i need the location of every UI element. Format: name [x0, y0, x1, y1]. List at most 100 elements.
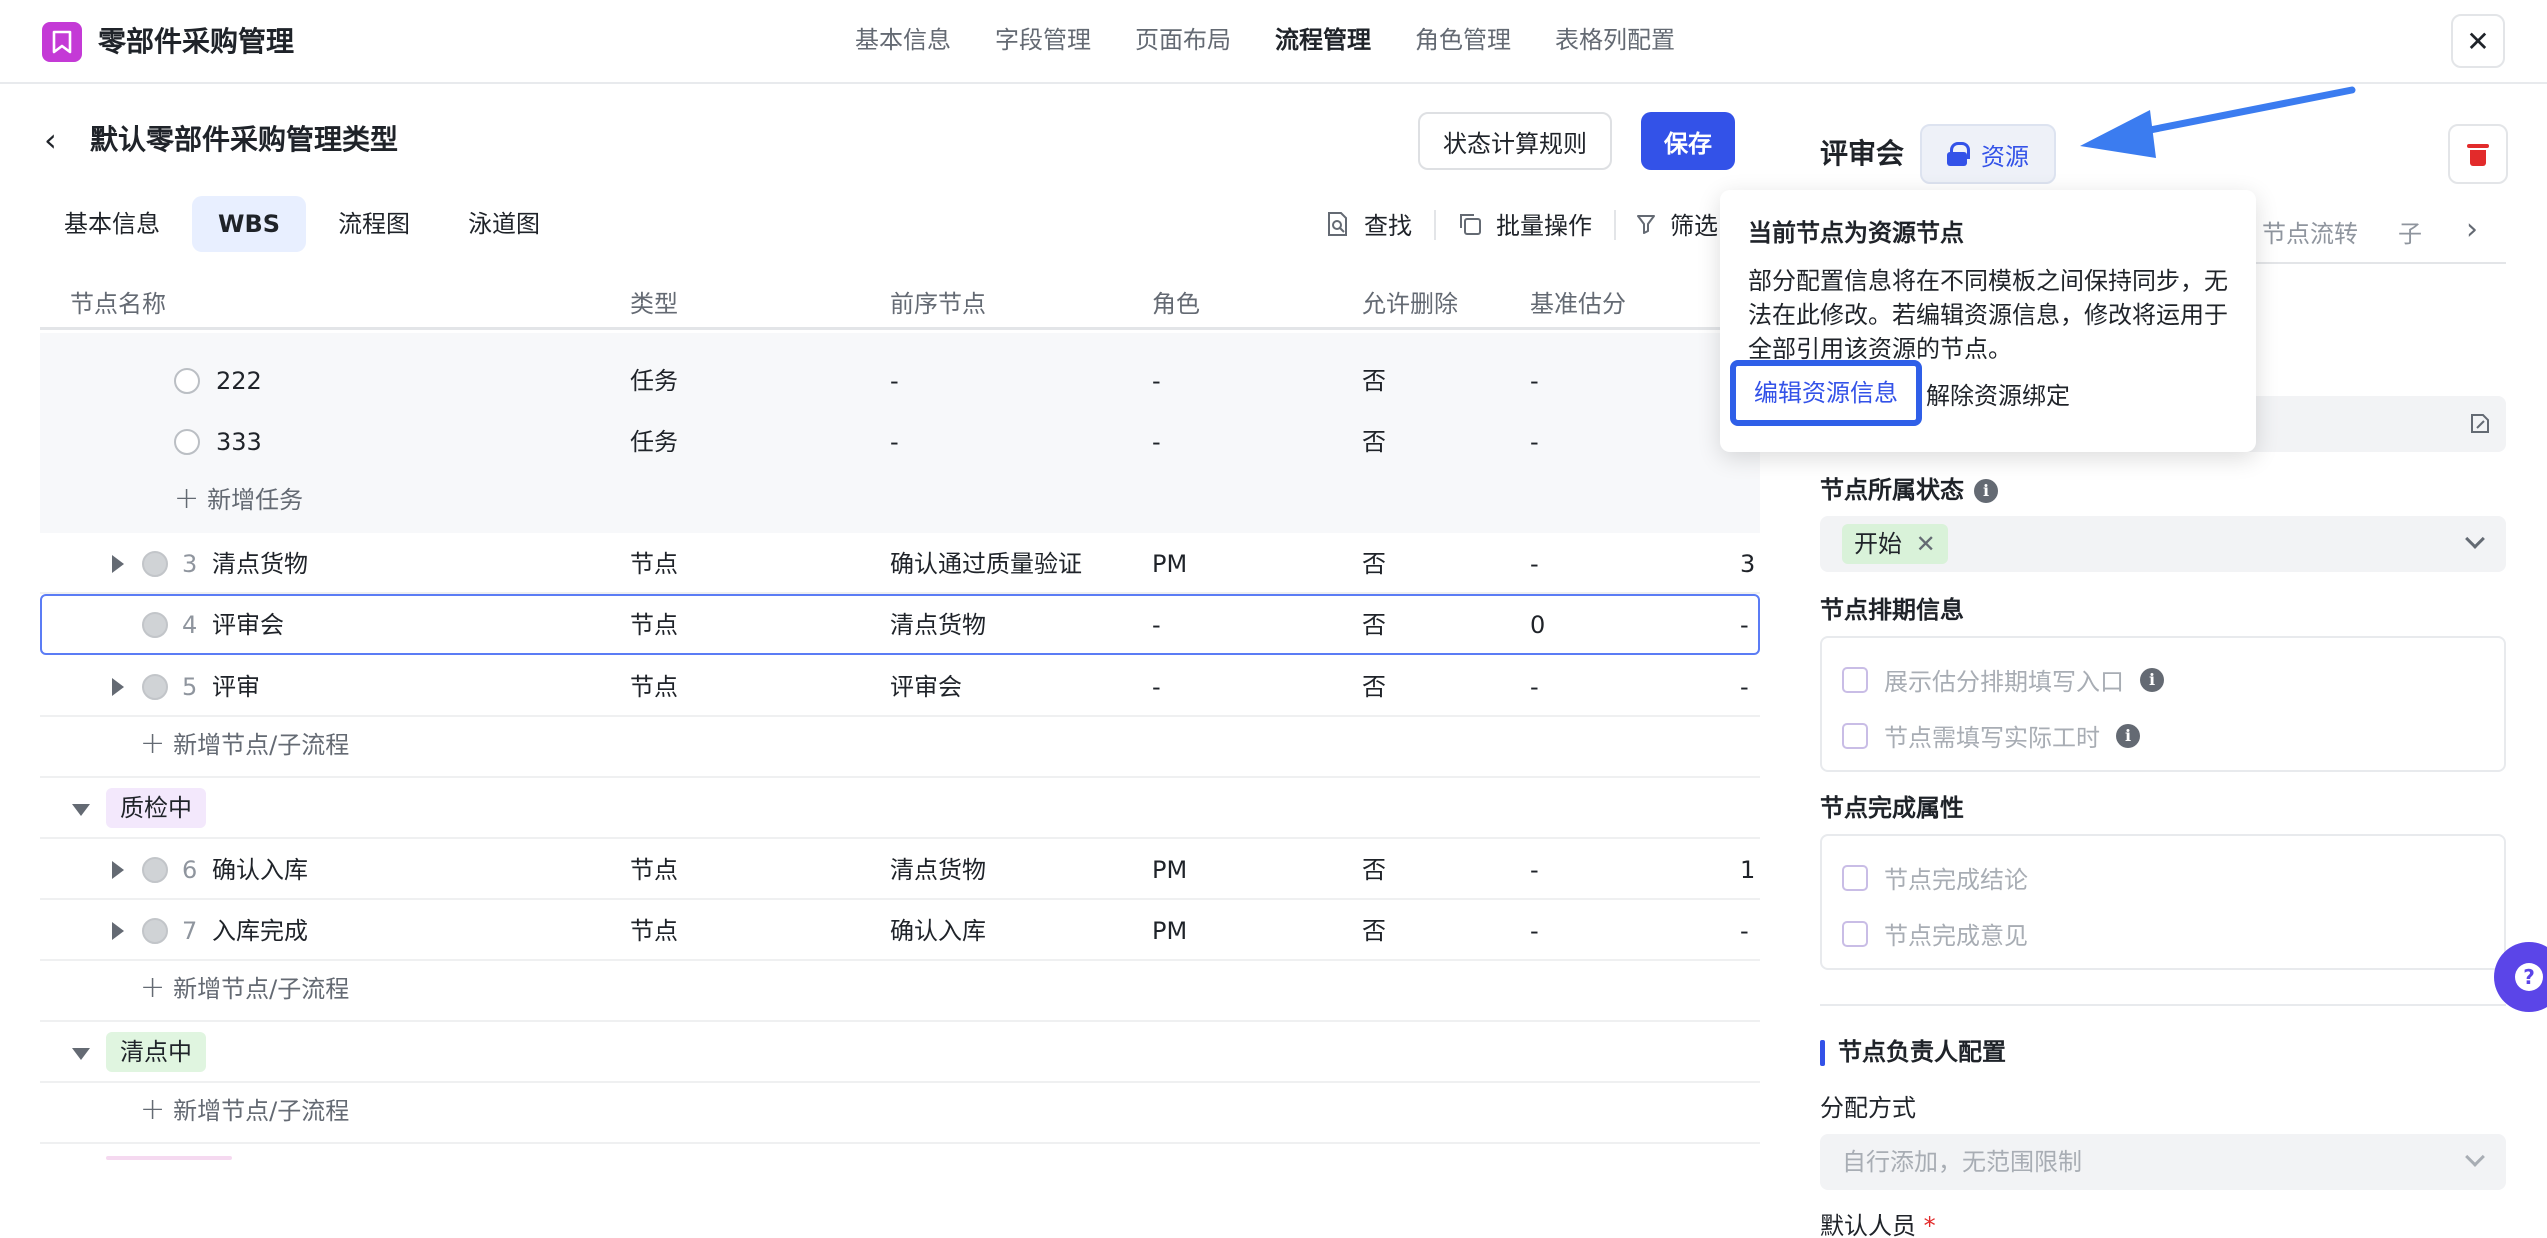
group-tag: 质检中 — [106, 788, 206, 828]
row-role: - — [1152, 367, 1161, 395]
resource-badge[interactable]: 资源 — [1920, 124, 2056, 184]
add-node-row[interactable]: + 新增节点/子流程 — [40, 961, 1760, 1022]
expand-caret-icon[interactable] — [112, 922, 124, 940]
save-button[interactable]: 保存 — [1641, 112, 1735, 170]
plus-icon: + — [140, 726, 166, 761]
close-button[interactable]: ✕ — [2451, 14, 2505, 68]
row-estimate: - — [1530, 673, 1539, 701]
tab-wbs[interactable]: WBS — [192, 196, 307, 252]
table-row[interactable]: 6 确认入库 节点 清点货物 PM 否 - 1 — [40, 839, 1760, 900]
nav-page-layout[interactable]: 页面布局 — [1135, 20, 1231, 60]
expand-caret-icon[interactable] — [112, 555, 124, 573]
collapse-caret-icon[interactable] — [72, 1048, 90, 1060]
info-icon[interactable]: i — [1974, 479, 1998, 503]
resource-label: 资源 — [1981, 142, 2029, 171]
tab-node-flow[interactable]: 节点流转 — [2262, 214, 2358, 249]
filter-button[interactable]: 筛选 — [1636, 206, 1718, 241]
add-task-row[interactable]: + 新增任务 — [40, 472, 1760, 533]
nav-basic-info[interactable]: 基本信息 — [855, 20, 951, 60]
tab-sub[interactable]: 子 — [2398, 214, 2422, 249]
complete-option[interactable]: 节点完成意见 — [1842, 916, 2028, 951]
row-type: 节点 — [630, 673, 678, 701]
lock-icon — [1947, 142, 1970, 166]
trash-icon — [2467, 142, 2489, 166]
status-rule-button[interactable]: 状态计算规则 — [1418, 112, 1612, 170]
info-icon[interactable]: i — [2116, 723, 2140, 748]
collapse-caret-icon[interactable] — [72, 804, 90, 816]
close-icon: ✕ — [2466, 24, 2490, 58]
row-number: 5 — [182, 673, 198, 701]
row-extra: 3 — [1740, 550, 1756, 578]
help-icon: ? — [2515, 963, 2543, 991]
expand-caret-icon[interactable] — [112, 861, 124, 879]
toolbar-divider — [1614, 210, 1616, 240]
task-status-radio[interactable] — [174, 368, 200, 394]
plus-icon: + — [140, 1092, 166, 1127]
plus-icon: + — [174, 481, 200, 516]
nav-role-management[interactable]: 角色管理 — [1415, 20, 1511, 60]
row-prev: 确认入库 — [890, 917, 986, 945]
assign-select[interactable]: 自行添加，无范围限制 — [1820, 1134, 2506, 1190]
chevron-right-icon[interactable]: › — [2466, 212, 2478, 247]
node-state-select[interactable]: 开始 ✕ — [1820, 516, 2506, 572]
table-row[interactable]: 333 任务 - - 否 - — [40, 411, 1760, 472]
table-row[interactable]: 7 入库完成 节点 确认入库 PM 否 - - — [40, 900, 1760, 961]
complete-label: 节点完成属性 — [1820, 794, 1964, 822]
expand-caret-icon[interactable] — [112, 678, 124, 696]
header-deletable: 允许删除 — [1362, 290, 1458, 318]
panel-tabs: 节点流转 子 — [2262, 214, 2422, 249]
table-row[interactable]: 222 任务 - - 否 - — [40, 350, 1760, 411]
state-tag-label: 开始 — [1854, 530, 1902, 558]
row-deletable: 否 — [1362, 428, 1386, 456]
info-icon[interactable]: i — [2140, 667, 2164, 692]
node-status-radio — [142, 551, 168, 577]
checkbox[interactable] — [1842, 666, 1868, 693]
tab-swimlane[interactable]: 泳道图 — [442, 196, 566, 252]
group-row[interactable]: 清点中 — [40, 1022, 1760, 1083]
add-node-row[interactable]: + 新增节点/子流程 — [40, 1083, 1760, 1144]
bookmark-icon — [42, 22, 82, 62]
checkbox[interactable] — [1842, 722, 1868, 749]
add-node-row[interactable]: + 新增节点/子流程 — [40, 717, 1760, 778]
group-row[interactable]: 质检中 — [40, 778, 1760, 839]
nav-table-columns[interactable]: 表格列配置 — [1555, 20, 1675, 60]
filter-label: 筛选 — [1670, 212, 1718, 240]
add-node-label: 新增节点/子流程 — [173, 731, 350, 759]
tab-flowchart[interactable]: 流程图 — [312, 196, 436, 252]
row-extra: - — [1740, 917, 1749, 945]
find-button[interactable]: 查找 — [1326, 206, 1412, 241]
back-arrow-icon[interactable]: ‹ — [44, 120, 57, 160]
delete-button[interactable] — [2448, 124, 2508, 184]
table-row[interactable]: 3 清点货物 节点 确认通过质量验证 PM 否 - 3 — [40, 533, 1760, 594]
unbind-resource-button[interactable]: 解除资源绑定 — [1926, 376, 2070, 411]
nav-process-management[interactable]: 流程管理 — [1275, 20, 1371, 60]
nav-field-management[interactable]: 字段管理 — [995, 20, 1091, 60]
edit-resource-button[interactable]: 编辑资源信息 — [1730, 360, 1922, 426]
complete-option[interactable]: 节点完成结论 — [1842, 860, 2028, 895]
row-extra: 1 — [1740, 856, 1756, 884]
row-number: 4 — [182, 611, 198, 639]
tab-basic-info[interactable]: 基本信息 — [38, 196, 186, 252]
checkbox[interactable] — [1842, 864, 1868, 891]
row-number: 6 — [182, 856, 198, 884]
row-estimate: - — [1530, 550, 1539, 578]
row-role: - — [1152, 673, 1161, 701]
checkbox[interactable] — [1842, 920, 1868, 947]
row-estimate: - — [1530, 367, 1539, 395]
table-row[interactable]: 5 评审 节点 评审会 - 否 - - — [40, 656, 1760, 717]
schedule-option[interactable]: 展示估分排期填写入口 i — [1842, 662, 2164, 697]
batch-operation-button[interactable]: 批量操作 — [1458, 206, 1592, 241]
schedule-option[interactable]: 节点需填写实际工时 i — [1842, 718, 2140, 753]
row-role: - — [1152, 611, 1161, 639]
header-role: 角色 — [1152, 290, 1200, 318]
task-status-radio[interactable] — [174, 429, 200, 455]
row-name: 333 — [216, 428, 262, 456]
row-prev: - — [890, 367, 899, 395]
row-deletable: 否 — [1362, 856, 1386, 884]
row-name: 入库完成 — [212, 917, 308, 945]
remove-tag-icon[interactable]: ✕ — [1916, 530, 1936, 558]
batch-label: 批量操作 — [1496, 212, 1592, 240]
table-header: 节点名称 类型 前序节点 角色 允许删除 基准估分 — [40, 270, 1760, 330]
table-row-selected[interactable]: 4 评审会 节点 清点货物 - 否 0 - — [40, 594, 1760, 655]
row-type: 节点 — [630, 917, 678, 945]
